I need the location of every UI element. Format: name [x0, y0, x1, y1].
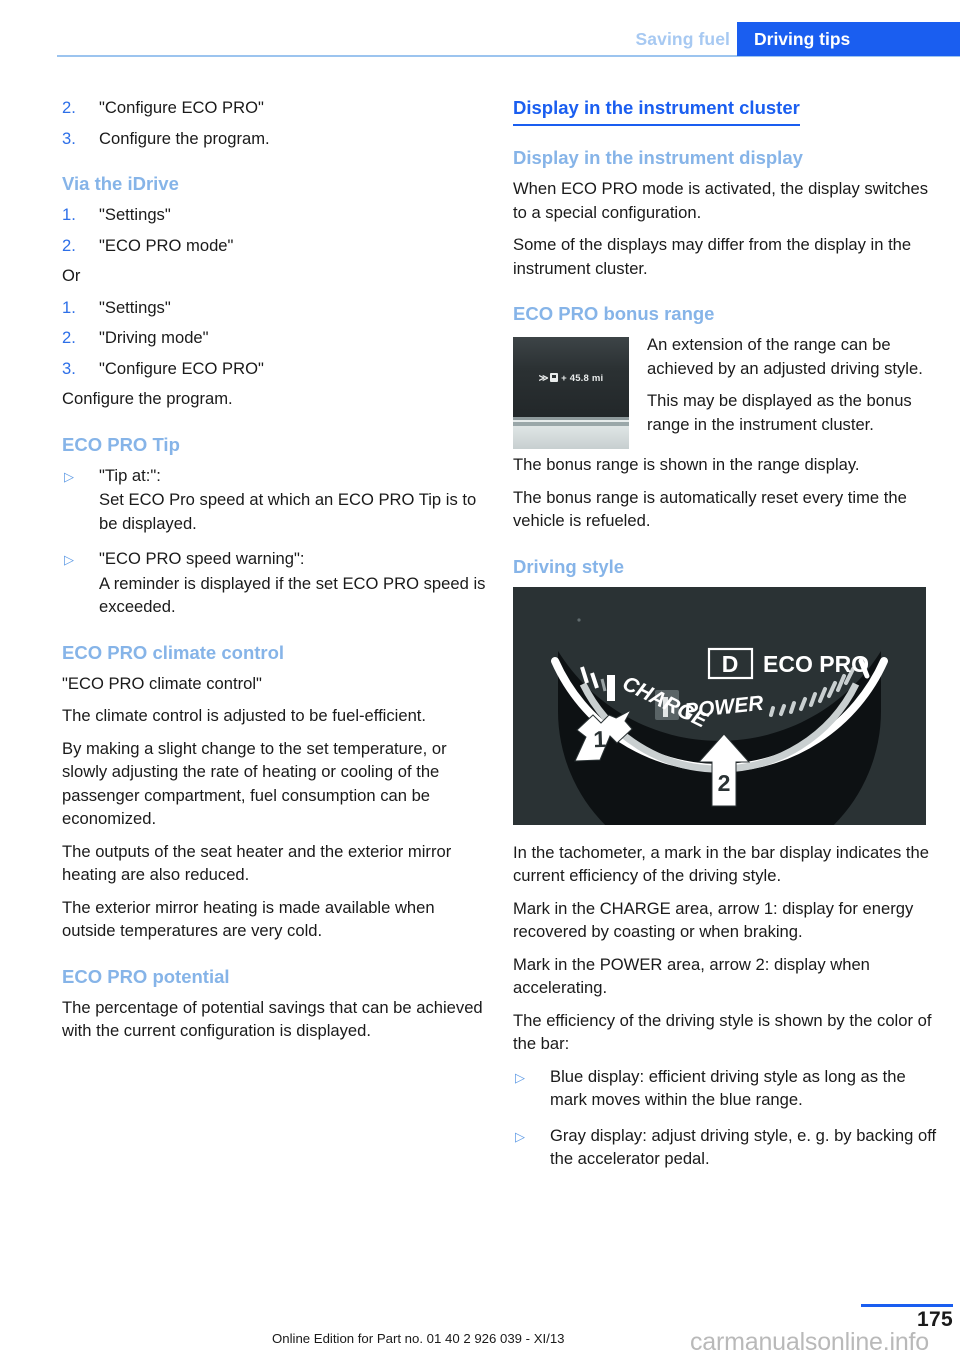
eco-pro-mode-label: ECO PRO [763, 651, 869, 677]
list-item-number: 2. [62, 98, 76, 117]
paragraph: Some of the displays may differ from the… [513, 235, 912, 278]
fuel-pump-icon [550, 373, 559, 382]
breadcrumb-previous-section: Saving fuel [635, 29, 730, 49]
triangle-bullet-icon: ▷ [64, 552, 74, 567]
list-item-text: "Configure ECO PRO" [99, 98, 264, 117]
heading-eco-pro-tip: ECO PRO Tip [62, 433, 180, 455]
right-column: Display in the instrument cluster Displa… [513, 96, 938, 1174]
watermark: carmanualsonline.info [690, 1328, 930, 1356]
idrive-steps-a-list: 1. "Settings" 2. "ECO PRO mode" [62, 203, 487, 257]
list-item-text: "Settings" [99, 297, 171, 317]
paragraph: When ECO PRO mode is activated, the disp… [513, 179, 929, 222]
list-item-text: Configure the program. [99, 128, 270, 148]
bonus-range-block: ≫ + 45.8 mi An extension of the range can… [513, 333, 938, 453]
left-column: 2. "Configure ECO PRO" 3. Configure the … [62, 96, 487, 1052]
triangle-bullet-icon: ▷ [64, 468, 74, 484]
manual-page: Saving fuel Driving tips 2. "Configure E… [0, 0, 960, 1362]
steps-top-list: 2. "Configure ECO PRO" 3. Configure the … [62, 96, 487, 150]
paragraph: Mark in the POWER area, arrow 2: display… [513, 954, 870, 998]
list-item-text: Gray display: adjust driving style, e. g… [550, 1125, 937, 1169]
idrive-steps-b-list: 1. "Settings" 2. "Driving mode" 3. "Conf… [62, 296, 487, 381]
list-item: 3. "Configure ECO PRO" [62, 357, 487, 381]
eco-pro-tip-list: ▷ "Tip at:": Set ECO Pro speed at which … [62, 464, 487, 619]
list-item-number: 3. [62, 128, 76, 148]
instrument-display-figure: ≫ + 45.8 mi [513, 337, 629, 449]
list-item-number: 2. [62, 235, 76, 255]
triangle-bullet-icon: ▷ [515, 1069, 525, 1085]
triangle-bullet-icon: ▷ [515, 1128, 525, 1144]
list-item-label: "Tip at:": [99, 465, 161, 485]
list-item-text: "Configure ECO PRO" [99, 358, 264, 378]
footer-divider [861, 1304, 953, 1307]
breadcrumb-current-label: Driving tips [754, 29, 851, 49]
list-item-text: "Settings" [99, 205, 171, 224]
paragraph: The bonus range is automatically reset e… [513, 487, 907, 531]
tachometer-figure: CHARGE POWER D ECO PRO 1 2 [513, 586, 926, 825]
gear-indicator-label: D [722, 651, 739, 677]
heading-eco-pro-bonus-range: ECO PRO bonus range [513, 303, 715, 324]
list-item: ▷ "Tip at:": Set ECO Pro speed at which … [62, 464, 487, 536]
heading-instrument-display: Display in the instrument display [513, 147, 803, 168]
bonus-range-readout: ≫ + 45.8 mi [513, 373, 629, 384]
page-header: Saving fuel Driving tips [0, 0, 960, 58]
breadcrumb-current-tab: Driving tips [737, 22, 960, 56]
or-label: Or [62, 266, 81, 285]
list-item-label: "ECO PRO speed warning": [99, 549, 305, 568]
paragraph: The efficiency of the driving style is s… [513, 1010, 932, 1054]
list-item-text: "ECO PRO mode" [99, 235, 234, 255]
paragraph: The percentage of potential savings that… [62, 997, 483, 1041]
list-item: ▷ Gray display: adjust driving style, e.… [513, 1124, 938, 1171]
paragraph: Mark in the CHARGE area, arrow 1: displa… [513, 898, 914, 942]
edition-notice: Online Edition for Part no. 01 40 2 926 … [272, 1331, 565, 1346]
double-chevron-icon: ≫ [538, 373, 549, 384]
paragraph: The climate control is adjusted to be fu… [62, 706, 427, 725]
bonus-range-value: + 45.8 mi [561, 373, 604, 384]
paragraph: In the tachometer, a mark in the bar dis… [513, 842, 929, 886]
list-item: 1. "Settings" [62, 296, 487, 320]
instrument-screen: ≫ + 45.8 mi [513, 337, 629, 417]
list-item-number: 1. [62, 205, 76, 224]
callout-arrow-1-label: 1 [593, 725, 607, 751]
paragraph: The bonus range is shown in the range di… [513, 455, 860, 474]
heading-driving-style: Driving style [513, 555, 625, 577]
tachometer-illustration: CHARGE POWER D ECO PRO 1 2 [513, 586, 926, 825]
list-item: 2. "Configure ECO PRO" [62, 96, 487, 120]
configure-program-line: Configure the program. [62, 389, 233, 408]
heading-via-idrive: Via the iDrive [62, 173, 179, 194]
charge-mark [607, 674, 615, 701]
list-item-text: Blue display: efficient driving style as… [550, 1066, 906, 1110]
list-item-body: Set ECO Pro speed at which an ECO PRO Ti… [99, 490, 477, 533]
list-item-number: 1. [62, 297, 76, 317]
list-item-number: 2. [62, 328, 76, 347]
list-item-body: A reminder is displayed if the set ECO P… [99, 573, 486, 617]
heading-eco-pro-potential: ECO PRO potential [62, 965, 230, 987]
figure-base [513, 426, 629, 449]
paragraph: By making a slight change to the set tem… [62, 738, 447, 829]
list-item: 1. "Settings" [62, 203, 487, 227]
paragraph: The exterior mirror heating is made avai… [62, 897, 435, 941]
list-item-number: 3. [62, 358, 76, 378]
heading-eco-pro-climate-control: ECO PRO climate control [62, 641, 285, 663]
list-item: 2. "ECO PRO mode" [62, 234, 487, 258]
list-item: 2. "Driving mode" [62, 326, 487, 350]
paragraph: The outputs of the seat heater and the e… [62, 841, 452, 885]
list-item: ▷ "ECO PRO speed warning": A reminder is… [62, 547, 487, 619]
list-item: 3. Configure the program. [62, 127, 487, 151]
paragraph: "ECO PRO climate control" [62, 673, 262, 693]
page-title: Display in the instrument cluster [513, 96, 800, 126]
callout-arrow-2-label: 2 [718, 770, 731, 796]
list-item: ▷ Blue display: efficient driving style … [513, 1065, 938, 1112]
list-item-text: "Driving mode" [99, 328, 209, 347]
driving-style-bullet-list: ▷ Blue display: efficient driving style … [513, 1065, 938, 1171]
